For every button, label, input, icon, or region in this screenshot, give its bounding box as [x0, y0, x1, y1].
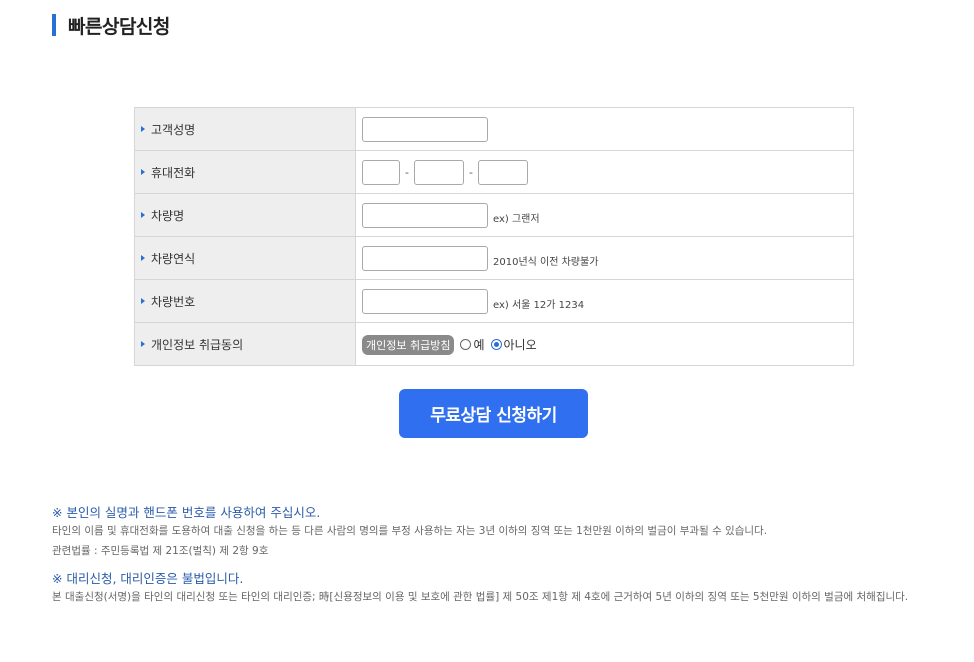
bullet-icon	[141, 298, 145, 304]
title-accent-bar	[52, 14, 56, 36]
label-phone: 휴대전화	[151, 165, 196, 180]
car-number-hint: ex) 서울 12가 1234	[493, 299, 585, 311]
consent-yes-radio[interactable]	[460, 338, 472, 350]
label-car-number: 차량번호	[151, 294, 196, 309]
form-row-name: 고객성명	[134, 107, 854, 151]
phone-separator: -	[468, 165, 473, 179]
form-row-car-number: 차량번호 ex) 서울 12가 1234	[134, 279, 854, 323]
label-privacy-consent: 개인정보 취급동의	[151, 337, 244, 352]
notice-heading-proxy: ※ 대리신청, 대리인증은 불법입니다.	[52, 571, 244, 586]
consent-no-radio[interactable]	[490, 338, 502, 350]
form-row-car-name: 차량명 ex) 그랜저	[134, 193, 854, 237]
bullet-icon	[141, 212, 145, 218]
phone-separator: -	[405, 165, 409, 179]
label-car-name: 차량명	[151, 208, 185, 223]
page-title-text: 빠른상담신청	[68, 15, 170, 38]
consent-no-label[interactable]: 아니오	[504, 336, 537, 353]
form-row-privacy: 개인정보 취급동의 개인정보 취급방침 예 아니오	[134, 322, 854, 366]
car-number-input[interactable]	[362, 288, 488, 314]
bullet-icon	[141, 126, 145, 132]
car-year-hint: 2010년식 이전 차량불가	[493, 256, 599, 268]
label-customer-name: 고객성명	[151, 122, 196, 137]
notice-heading-real-name: ※ 본인의 실명과 핸드폰 번호를 사용하여 주십시오.	[52, 505, 321, 520]
consultation-form: 고객성명 휴대전화 - - 차량명 ex) 그랜저 차량연식 2010년식 이전…	[134, 107, 854, 366]
car-name-input[interactable]	[362, 202, 488, 228]
phone-last-input[interactable]	[477, 159, 528, 185]
notice-body-proxy-penalty: 본 대출신청(서명)을 타인의 대리신청 또는 타인의 대리인증; 時[신용정보…	[52, 591, 909, 603]
bullet-icon	[141, 255, 145, 261]
phone-prefix-input[interactable]	[362, 159, 400, 185]
notice-body-related-law: 관련법률 : 주민등록법 제 21조(벌칙) 제 2항 9호	[52, 545, 269, 557]
bullet-icon	[141, 169, 145, 175]
page-title: 빠른상담신청	[52, 12, 170, 38]
submit-consultation-button[interactable]: 무료상담 신청하기	[399, 389, 588, 438]
car-year-input[interactable]	[362, 245, 488, 271]
form-row-phone: 휴대전화 - -	[134, 150, 854, 194]
bullet-icon	[141, 341, 145, 347]
car-name-hint: ex) 그랜저	[493, 213, 540, 225]
form-row-car-year: 차량연식 2010년식 이전 차량불가	[134, 236, 854, 280]
customer-name-input[interactable]	[362, 116, 488, 142]
privacy-policy-button[interactable]: 개인정보 취급방침	[362, 335, 455, 355]
label-car-year: 차량연식	[151, 251, 196, 266]
notice-body-identity-theft: 타인의 이름 및 휴대전화를 도용하여 대출 신청을 하는 등 다른 사람의 명…	[52, 525, 768, 537]
consent-yes-label[interactable]: 예	[473, 336, 484, 353]
phone-middle-input[interactable]	[413, 159, 464, 185]
